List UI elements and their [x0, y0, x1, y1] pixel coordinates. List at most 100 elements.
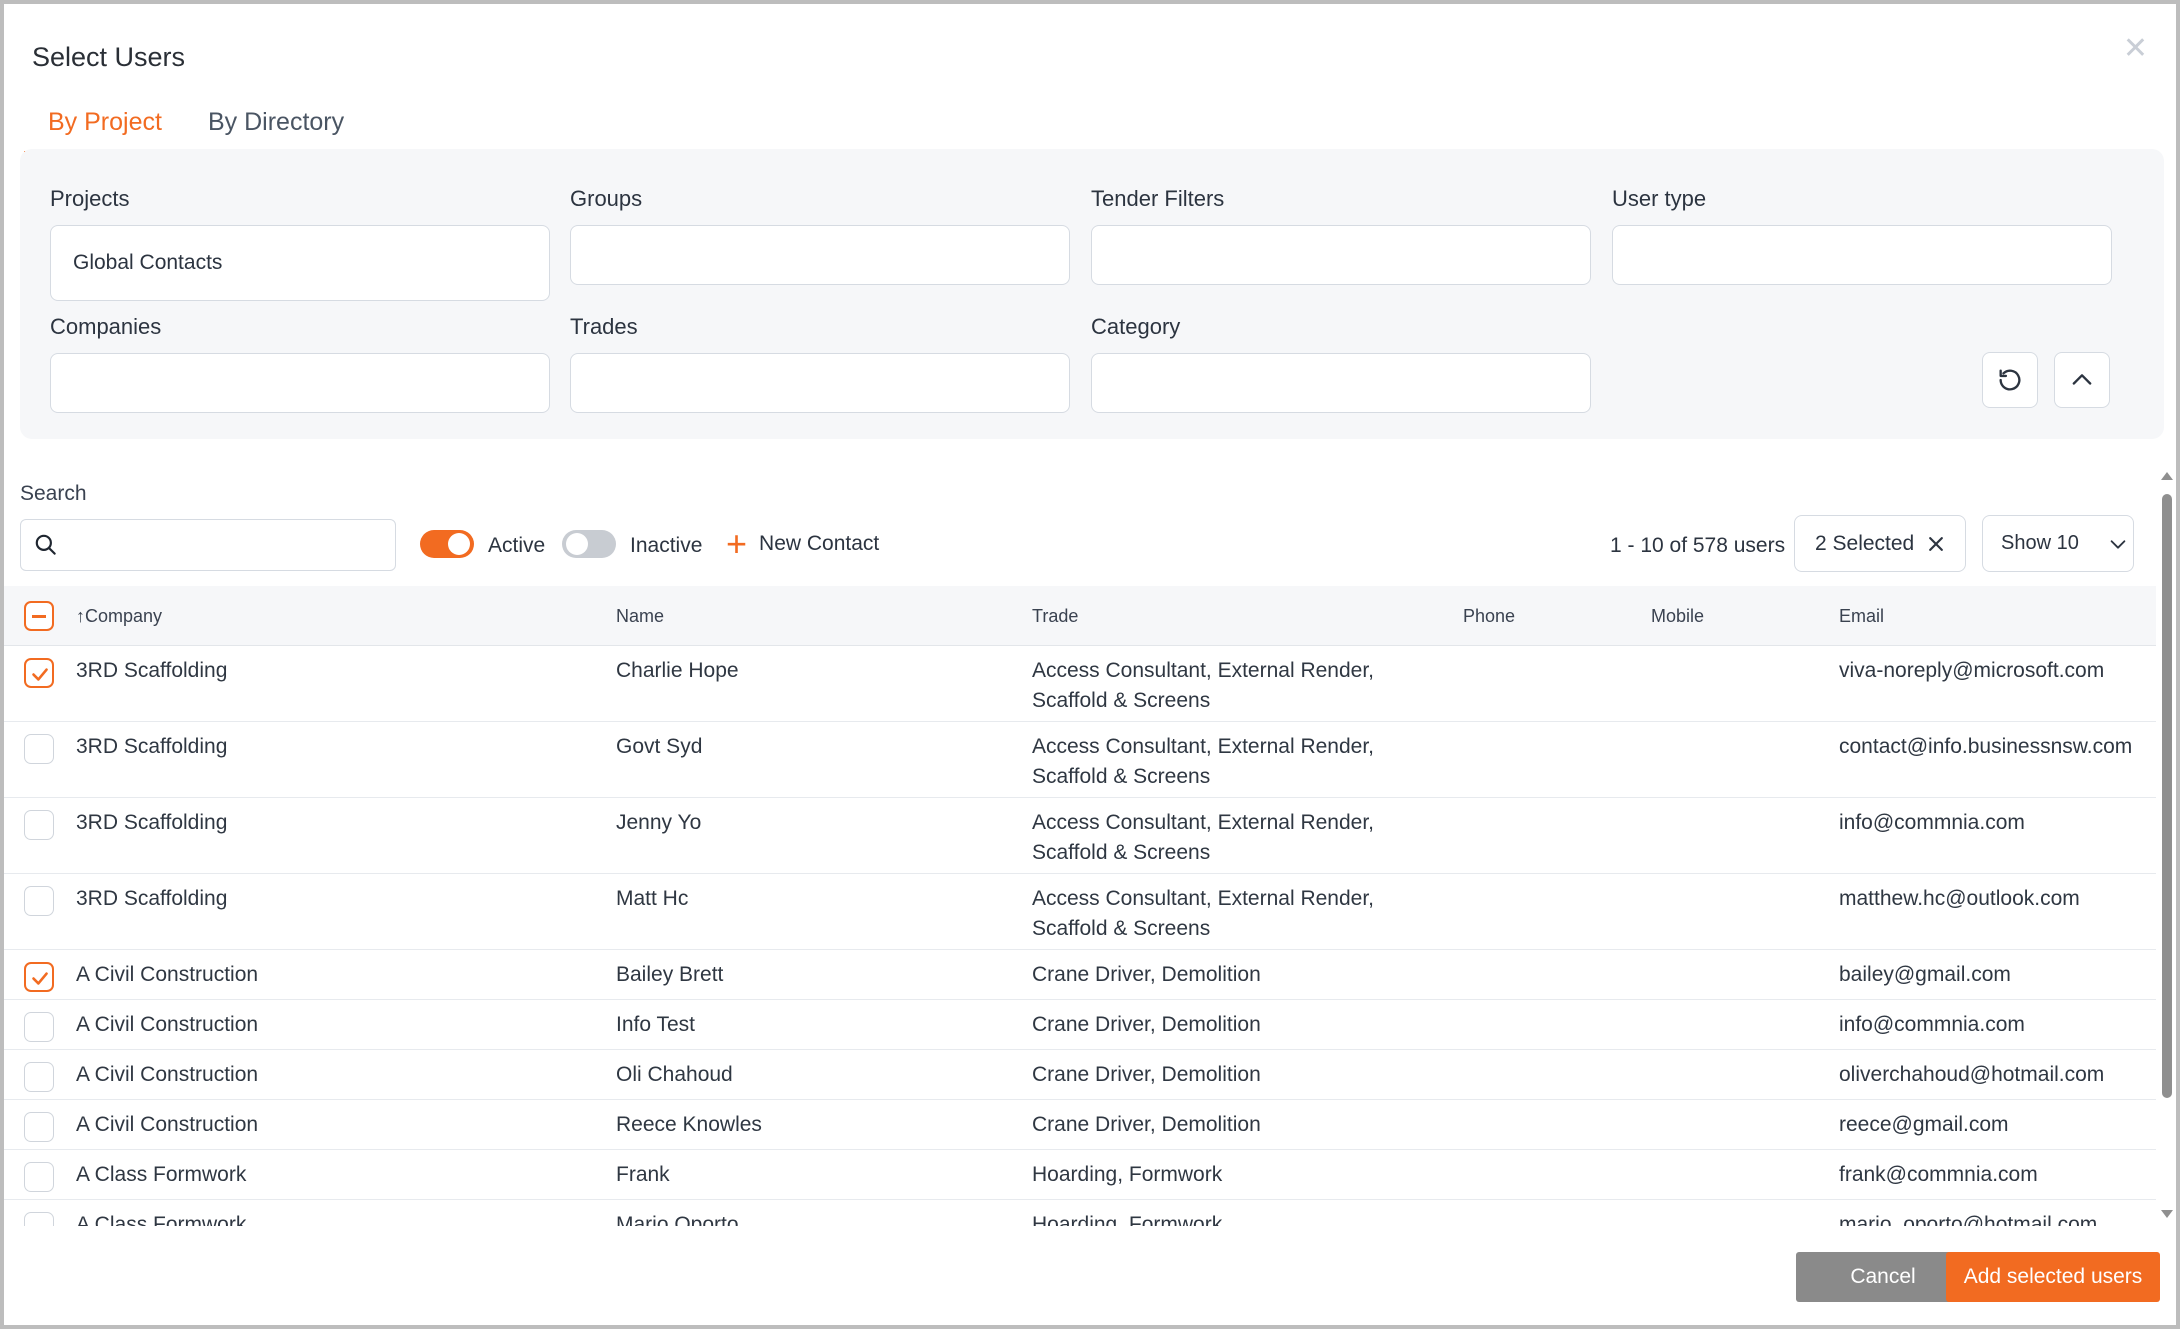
email-cell: frank@commnia.com	[1839, 1163, 2038, 1186]
groups-label: Groups	[570, 186, 643, 211]
company-cell: A Civil Construction	[76, 1113, 259, 1136]
row-checkbox[interactable]	[24, 1012, 54, 1042]
row-checkbox[interactable]	[24, 810, 54, 840]
pagination-summary: 1 - 10 of 578 users	[1610, 534, 1786, 557]
name-cell: Bailey Brett	[616, 963, 724, 986]
trade-cell: Access Consultant, External Render, Scaf…	[1032, 735, 1375, 788]
add-selected-users-button[interactable]: Add selected users	[1946, 1252, 2160, 1302]
company-cell: A Class Formwork	[76, 1163, 247, 1186]
email-cell: viva-noreply@microsoft.com	[1839, 659, 2105, 682]
check-icon	[32, 668, 48, 681]
table-row[interactable]: 3RD Scaffolding Matt Hc Access Consultant,…	[4, 874, 2156, 950]
trades-label: Trades	[570, 314, 638, 339]
column-name[interactable]: Name	[616, 606, 664, 627]
column-mobile[interactable]: Mobile	[1651, 606, 1704, 627]
row-checkbox[interactable]	[24, 886, 54, 916]
tender-filters-select[interactable]	[1091, 225, 1591, 285]
search-label: Search	[20, 482, 87, 505]
name-cell: Frank	[616, 1163, 670, 1186]
email-cell: bailey@gmail.com	[1839, 963, 2011, 986]
selected-count-chip[interactable]: 2 Selected	[1794, 515, 1966, 572]
table-row[interactable]: A Civil Construction Reece Knowles Crane D…	[4, 1100, 2156, 1150]
row-checkbox[interactable]	[24, 658, 54, 688]
table-row[interactable]: A Civil Construction Info Test Crane Drive…	[4, 1000, 2156, 1050]
company-cell: 3RD Scaffolding	[76, 811, 228, 834]
column-company[interactable]: ↑Company	[76, 606, 162, 627]
projects-select[interactable]: Global Contacts	[50, 225, 550, 301]
category-select[interactable]	[1091, 353, 1591, 413]
page-size-value: Show 10	[2001, 532, 2079, 554]
minus-icon	[32, 615, 46, 618]
name-cell: Charlie Hope	[616, 659, 739, 682]
column-email[interactable]: Email	[1839, 606, 1884, 627]
name-cell: Oli Chahoud	[616, 1063, 733, 1086]
trade-cell: Crane Driver, Demolition	[1032, 963, 1261, 986]
check-icon	[32, 972, 48, 985]
row-checkbox[interactable]	[24, 1112, 54, 1142]
name-cell: Reece Knowles	[616, 1113, 762, 1136]
name-cell: Govt Syd	[616, 735, 703, 758]
email-cell: contact@info.businessnsw.com	[1839, 735, 2133, 758]
table-row[interactable]: A Class Formwork Frank Hoarding, Formwork f…	[4, 1150, 2156, 1200]
email-cell: info@commnia.com	[1839, 811, 2025, 834]
companies-select[interactable]	[50, 353, 550, 413]
users-table: ↑Company Name Trade Phone Mobile Email 3…	[4, 586, 2156, 1226]
plus-icon: +	[726, 523, 748, 564]
company-cell: 3RD Scaffolding	[76, 659, 228, 682]
row-checkbox[interactable]	[24, 1162, 54, 1192]
page-size-select[interactable]: Show 10	[1982, 515, 2134, 572]
scrollbar-thumb[interactable]	[2162, 494, 2172, 1098]
company-cell: 3RD Scaffolding	[76, 887, 228, 910]
filter-panel: Projects Global Contacts Groups Tender F…	[20, 149, 2164, 439]
table-row[interactable]: A Civil Construction Oli Chahoud Crane Dri…	[4, 1050, 2156, 1100]
column-trade[interactable]: Trade	[1032, 606, 1078, 627]
name-cell: Matt Hc	[616, 887, 689, 910]
tab-by-directory[interactable]: By Directory	[184, 100, 368, 154]
name-cell: Info Test	[616, 1013, 695, 1036]
collapse-filters-button[interactable]	[2054, 352, 2110, 408]
row-checkbox[interactable]	[24, 1062, 54, 1092]
inactive-label: Inactive	[630, 534, 703, 557]
email-cell: reece@gmail.com	[1839, 1113, 2009, 1136]
name-cell: Mario Oporto	[616, 1213, 739, 1226]
company-cell: A Civil Construction	[76, 963, 259, 986]
new-contact-label: New Contact	[759, 532, 880, 555]
email-cell: mario_oporto@hotmail.com	[1839, 1213, 2098, 1226]
groups-select[interactable]	[570, 225, 1070, 285]
dialog-title: Select Users	[32, 42, 186, 72]
table-header: ↑Company Name Trade Phone Mobile Email	[4, 586, 2156, 646]
trade-cell: Crane Driver, Demolition	[1032, 1013, 1261, 1036]
user-type-select[interactable]	[1612, 225, 2112, 285]
active-label: Active	[488, 534, 546, 557]
tab-by-project[interactable]: By Project	[24, 100, 184, 154]
search-input[interactable]	[20, 519, 396, 571]
trade-cell: Access Consultant, External Render, Scaf…	[1032, 887, 1375, 940]
projects-value: Global Contacts	[73, 251, 223, 274]
new-contact-button[interactable]: + New Contact	[726, 526, 879, 562]
clear-selection-icon[interactable]	[1926, 534, 1946, 554]
table-row[interactable]: 3RD Scaffolding Charlie Hope Access Consul…	[4, 646, 2156, 722]
inactive-toggle[interactable]	[562, 530, 616, 558]
company-cell: A Class Formwork	[76, 1213, 247, 1226]
table-row[interactable]: 3RD Scaffolding Jenny Yo Access Consultant…	[4, 798, 2156, 874]
table-row[interactable]: 3RD Scaffolding Govt Syd Access Consultant…	[4, 722, 2156, 798]
row-checkbox[interactable]	[24, 1212, 54, 1226]
row-checkbox[interactable]	[24, 962, 54, 992]
scroll-down-arrow[interactable]	[2161, 1210, 2173, 1218]
trade-cell: Access Consultant, External Render, Scaf…	[1032, 659, 1375, 712]
close-icon[interactable]: ✕	[2123, 34, 2148, 64]
table-row[interactable]: A Civil Construction Bailey Brett Crane Dr…	[4, 950, 2156, 1000]
column-phone[interactable]: Phone	[1463, 606, 1515, 627]
cancel-button[interactable]: Cancel	[1796, 1252, 1970, 1302]
table-row[interactable]: A Class Formwork Mario Oporto Hoarding, Fo…	[4, 1200, 2156, 1226]
scroll-up-arrow[interactable]	[2161, 472, 2173, 480]
tender-filters-label: Tender Filters	[1091, 186, 1225, 211]
reset-filters-button[interactable]	[1982, 352, 2038, 408]
select-all-checkbox[interactable]	[24, 601, 54, 631]
trades-select[interactable]	[570, 353, 1070, 413]
active-toggle[interactable]	[420, 530, 474, 558]
row-checkbox[interactable]	[24, 734, 54, 764]
trade-cell: Crane Driver, Demolition	[1032, 1113, 1261, 1136]
email-cell: oliverchahoud@hotmail.com	[1839, 1063, 2105, 1086]
email-cell: info@commnia.com	[1839, 1013, 2025, 1036]
